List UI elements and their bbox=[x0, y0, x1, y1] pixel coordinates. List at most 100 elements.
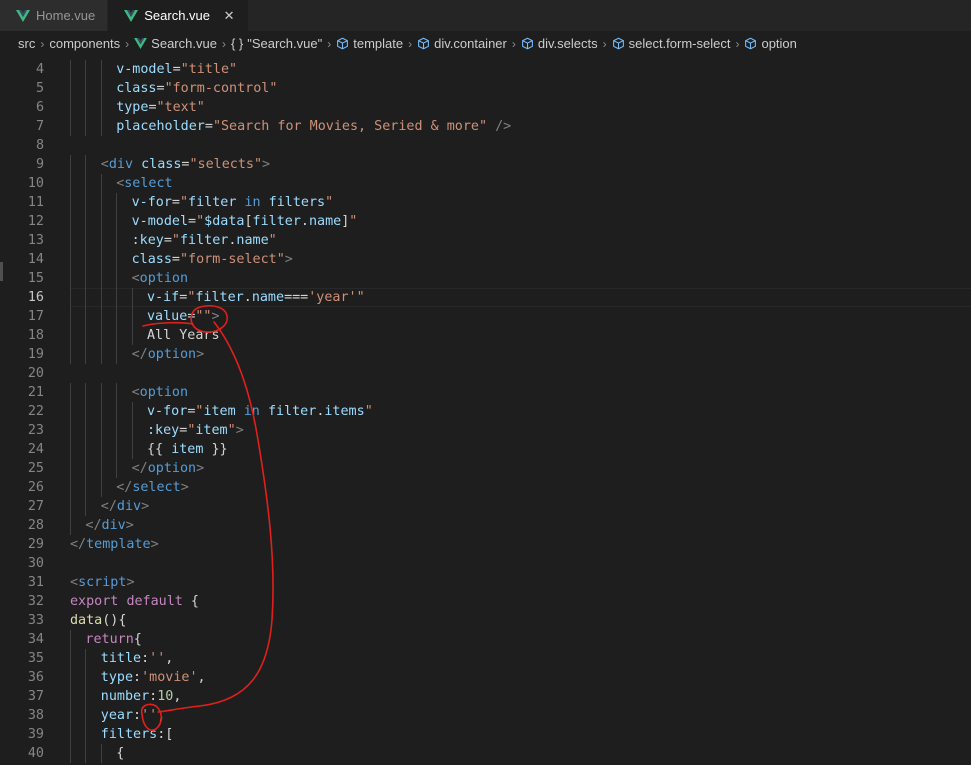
code-line[interactable]: 12 v-model="$data[filter.name]" bbox=[0, 212, 971, 231]
line-number: 29 bbox=[27, 537, 44, 552]
close-icon[interactable]: ✕ bbox=[222, 8, 236, 24]
breadcrumb-item-div-selects[interactable]: div.selects bbox=[521, 36, 598, 51]
code-line[interactable]: 5 class="form-control" bbox=[0, 79, 971, 98]
code-token: number bbox=[100, 689, 150, 704]
code-text: </div> bbox=[85, 516, 133, 535]
line-number: 11 bbox=[27, 195, 44, 210]
code-token: name bbox=[308, 214, 342, 229]
code-line[interactable]: 8 bbox=[0, 136, 971, 155]
code-text: All Years bbox=[147, 326, 220, 345]
line-number: 35 bbox=[27, 651, 44, 666]
indent-guide bbox=[85, 307, 87, 326]
code-token: = bbox=[172, 62, 181, 77]
code-token: (){ bbox=[102, 613, 127, 628]
breadcrumb-item-src[interactable]: src bbox=[18, 36, 35, 51]
code-line[interactable]: 35 title:'', bbox=[0, 649, 971, 668]
code-line[interactable]: 13:key="filter.name" bbox=[0, 231, 971, 250]
indent-guide bbox=[70, 402, 71, 421]
code-line[interactable]: 15 <option bbox=[0, 269, 971, 288]
code-token: "text" bbox=[156, 100, 205, 115]
indent-guide bbox=[100, 250, 102, 269]
breadcrumb-label: div.selects bbox=[537, 36, 598, 51]
line-number: 7 bbox=[35, 119, 44, 134]
code-token: </ bbox=[131, 461, 148, 476]
line-number: 26 bbox=[27, 480, 44, 495]
code-line[interactable]: 18 All Years bbox=[0, 326, 971, 345]
tab-search-vue[interactable]: Search.vue ✕ bbox=[108, 0, 250, 31]
code-line[interactable]: 36 type:'movie', bbox=[0, 668, 971, 687]
code-token: , bbox=[165, 651, 174, 666]
code-line[interactable]: 11 v-for="filter in filters" bbox=[0, 193, 971, 212]
code-line[interactable]: 10 <select bbox=[0, 174, 971, 193]
code-token: " bbox=[227, 423, 236, 438]
line-number: 6 bbox=[35, 100, 44, 115]
code-token: {{ bbox=[147, 442, 172, 457]
code-line[interactable]: 40 { bbox=[0, 744, 971, 763]
indent-guide bbox=[131, 440, 133, 459]
indent-guide bbox=[100, 307, 102, 326]
code-line[interactable]: 39 filters:[ bbox=[0, 725, 971, 744]
code-line[interactable]: 16 v-if="filter.name==='year'" bbox=[0, 288, 971, 307]
line-number: 20 bbox=[27, 366, 44, 381]
indent-guide bbox=[70, 288, 71, 307]
code-line[interactable]: 29 </template> bbox=[0, 535, 971, 554]
code-line[interactable]: 24 {{ item }} bbox=[0, 440, 971, 459]
indent-guide bbox=[131, 307, 133, 326]
code-editor[interactable]: 4 v-model="title" 5 class="form-control" 6 ty… bbox=[0, 56, 971, 765]
indent-guide bbox=[116, 250, 118, 269]
code-token: :[ bbox=[157, 727, 174, 742]
indent-guide bbox=[70, 630, 71, 649]
code-text: class="form-control" bbox=[116, 79, 277, 98]
code-line[interactable]: 38 year:'', bbox=[0, 706, 971, 725]
code-line[interactable]: 7 placeholder="Search for Movies, Seried … bbox=[0, 117, 971, 136]
code-line[interactable]: 27 </div> bbox=[0, 497, 971, 516]
indent-guide bbox=[116, 212, 118, 231]
code-line[interactable]: 4 v-model="title" bbox=[0, 60, 971, 79]
code-line[interactable]: 28 </div> bbox=[0, 516, 971, 535]
code-token: </ bbox=[116, 480, 133, 495]
breadcrumb-item-div-container[interactable]: div.container bbox=[417, 36, 507, 51]
code-line[interactable]: 30 bbox=[0, 554, 971, 573]
code-line[interactable]: 33 data(){ bbox=[0, 611, 971, 630]
code-line[interactable]: 26 </select> bbox=[0, 478, 971, 497]
code-token: " bbox=[364, 404, 373, 419]
breadcrumb-item-module[interactable]: { } "Search.vue" bbox=[231, 36, 322, 51]
indent-guide bbox=[70, 478, 71, 497]
indent-guide bbox=[116, 383, 118, 402]
indent-guide bbox=[100, 60, 102, 79]
tab-home-vue[interactable]: Home.vue bbox=[0, 0, 109, 31]
code-token: = bbox=[171, 195, 180, 210]
breadcrumb-item-template[interactable]: template bbox=[336, 36, 403, 51]
code-line[interactable]: 14 class="form-select"> bbox=[0, 250, 971, 269]
code-line[interactable]: 32 export default { bbox=[0, 592, 971, 611]
code-line[interactable]: 20 bbox=[0, 364, 971, 383]
breadcrumb-item-select[interactable]: select.form-select bbox=[612, 36, 731, 51]
code-line[interactable]: 23:key="item"> bbox=[0, 421, 971, 440]
code-line[interactable]: 25 </option> bbox=[0, 459, 971, 478]
indent-guide bbox=[70, 516, 71, 535]
breadcrumb-item-option[interactable]: option bbox=[744, 36, 797, 51]
code-text: number:10, bbox=[101, 687, 182, 706]
line-number: 37 bbox=[27, 689, 44, 704]
indent-guide bbox=[116, 231, 118, 250]
code-line[interactable]: 21 <option bbox=[0, 383, 971, 402]
breadcrumb-label: div.container bbox=[434, 36, 507, 51]
breadcrumb-item-components[interactable]: components bbox=[49, 36, 120, 51]
breadcrumb-label: select.form-select bbox=[628, 36, 731, 51]
line-number: 5 bbox=[35, 81, 44, 96]
code-line[interactable]: 37 number:10, bbox=[0, 687, 971, 706]
breadcrumb-item-file[interactable]: Search.vue bbox=[134, 36, 217, 51]
code-text: filters:[ bbox=[101, 725, 174, 744]
code-line[interactable]: 6 type="text" bbox=[0, 98, 971, 117]
code-token: data bbox=[70, 613, 103, 628]
code-line[interactable]: 34 return{ bbox=[0, 630, 971, 649]
code-line[interactable]: 9 <div class="selects"> bbox=[0, 155, 971, 174]
code-line[interactable]: 31 <script> bbox=[0, 573, 971, 592]
code-token: = bbox=[204, 119, 213, 134]
code-line[interactable]: 19 </option> bbox=[0, 345, 971, 364]
indent-guide bbox=[116, 459, 118, 478]
code-line[interactable]: 17 value=""> bbox=[0, 307, 971, 326]
code-token: /> bbox=[495, 119, 512, 134]
code-line[interactable]: 22 v-for="item in filter.items" bbox=[0, 402, 971, 421]
